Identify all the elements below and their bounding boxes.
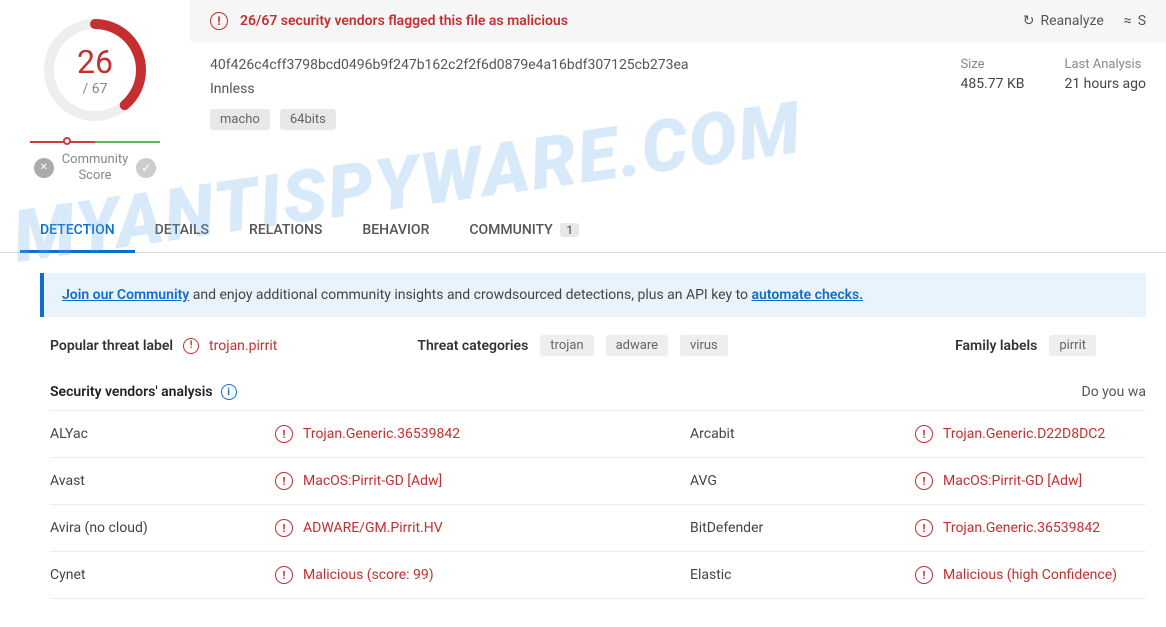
score-panel: 26 / 67 ✕ CommunityScore ✓	[0, 0, 190, 198]
vendor-name: ALYac	[50, 425, 275, 443]
size-meta: Size 485.77 KB	[960, 57, 1024, 130]
file-tags: macho 64bits	[210, 109, 960, 130]
detection-alert-icon: !	[275, 566, 293, 584]
tab-relations[interactable]: RELATIONS	[229, 208, 342, 252]
vendor-detection: !Trojan.Generic.36539842	[275, 425, 690, 443]
tab-details[interactable]: DETAILS	[135, 208, 229, 252]
tab-community[interactable]: COMMUNITY 1	[449, 208, 599, 252]
reanalyze-button[interactable]: ↻ Reanalyze	[1023, 13, 1104, 29]
community-score-bar	[30, 140, 160, 144]
vendor-detection: !Malicious (high Confidence)	[915, 566, 1146, 584]
alert-icon: !	[210, 12, 228, 30]
check-icon[interactable]: ✓	[136, 158, 156, 178]
file-hash: 40f426c4cff3798bcd0496b9f247b162c2f2f6d0…	[210, 57, 960, 73]
tag[interactable]: macho	[210, 109, 270, 130]
vendor-name: Arcabit	[690, 425, 915, 443]
analysis-title: Security vendors' analysis	[50, 384, 213, 400]
score-circle: 26 / 67	[40, 15, 150, 125]
similar-button[interactable]: ≈ S	[1124, 13, 1146, 29]
tabs: DETECTION DETAILS RELATIONS BEHAVIOR COM…	[0, 208, 1166, 253]
analysis-right-text: Do you wa	[1082, 384, 1146, 400]
score-total: / 67	[77, 81, 113, 97]
vendor-name: AVG	[690, 472, 915, 490]
tag[interactable]: 64bits	[280, 109, 336, 130]
vendor-table: ALYac!Trojan.Generic.36539842Arcabit!Tro…	[0, 410, 1166, 599]
vendor-detection: !MacOS:Pirrit-GD [Adw]	[275, 472, 690, 490]
detection-alert-icon: !	[275, 519, 293, 537]
analysis-header: Security vendors' analysis i Do you wa	[0, 374, 1166, 410]
alert-text: 26/67 security vendors flagged this file…	[240, 13, 568, 29]
vendor-name: Avira (no cloud)	[50, 519, 275, 537]
vendor-detection: !ADWARE/GM.Pirrit.HV	[275, 519, 690, 537]
threat-categories-label: Threat categories	[417, 338, 528, 354]
x-icon[interactable]: ✕	[34, 158, 54, 178]
category-tag[interactable]: adware	[606, 335, 668, 356]
detection-alert-icon: !	[915, 472, 933, 490]
vendor-detection: !Trojan.Generic.D22D8DC2	[915, 425, 1146, 443]
last-analysis-meta: Last Analysis 21 hours ago	[1064, 57, 1146, 130]
vendor-name: Elastic	[690, 566, 915, 584]
popular-threat-value: trojan.pirrit	[209, 338, 277, 354]
community-count-badge: 1	[560, 223, 579, 237]
alert-bar: ! 26/67 security vendors flagged this fi…	[190, 0, 1166, 42]
vendor-row: Cynet!Malicious (score: 99)Elastic!Malic…	[50, 552, 1146, 599]
vendor-name: Cynet	[50, 566, 275, 584]
refresh-icon: ↻	[1023, 13, 1035, 29]
tab-detection[interactable]: DETECTION	[20, 208, 135, 252]
detection-alert-icon: !	[275, 472, 293, 490]
similar-icon: ≈	[1124, 13, 1132, 29]
vendor-row: Avira (no cloud)!ADWARE/GM.Pirrit.HVBitD…	[50, 505, 1146, 552]
detection-alert-icon: !	[915, 519, 933, 537]
automate-checks-link[interactable]: automate checks.	[752, 287, 864, 303]
file-info: 40f426c4cff3798bcd0496b9f247b162c2f2f6d0…	[190, 42, 1166, 145]
category-tag[interactable]: virus	[680, 335, 728, 356]
vendor-name: BitDefender	[690, 519, 915, 537]
threat-alert-icon: !	[183, 338, 199, 354]
threat-row: Popular threat label ! trojan.pirrit Thr…	[0, 317, 1166, 374]
join-community-link[interactable]: Join our Community	[62, 287, 189, 303]
detection-alert-icon: !	[915, 566, 933, 584]
file-name: Innless	[210, 81, 960, 97]
tab-behavior[interactable]: BEHAVIOR	[342, 208, 449, 252]
vendor-detection: !Malicious (score: 99)	[275, 566, 690, 584]
community-score-row: ✕ CommunityScore ✓	[34, 152, 157, 183]
vendor-row: Avast!MacOS:Pirrit-GD [Adw]AVG!MacOS:Pir…	[50, 458, 1146, 505]
score-number: 26	[77, 43, 113, 81]
info-icon[interactable]: i	[221, 384, 237, 400]
detection-alert-icon: !	[915, 425, 933, 443]
community-banner: Join our Community and enjoy additional …	[40, 273, 1146, 317]
family-labels-label: Family labels	[955, 338, 1037, 354]
vendor-name: Avast	[50, 472, 275, 490]
popular-threat-label: Popular threat label	[50, 338, 173, 354]
community-score-label: CommunityScore	[62, 152, 129, 183]
vendor-row: ALYac!Trojan.Generic.36539842Arcabit!Tro…	[50, 410, 1146, 458]
vendor-detection: !Trojan.Generic.36539842	[915, 519, 1146, 537]
vendor-detection: !MacOS:Pirrit-GD [Adw]	[915, 472, 1146, 490]
detection-alert-icon: !	[275, 425, 293, 443]
family-tag[interactable]: pirrit	[1049, 335, 1096, 356]
category-tag[interactable]: trojan	[540, 335, 593, 356]
